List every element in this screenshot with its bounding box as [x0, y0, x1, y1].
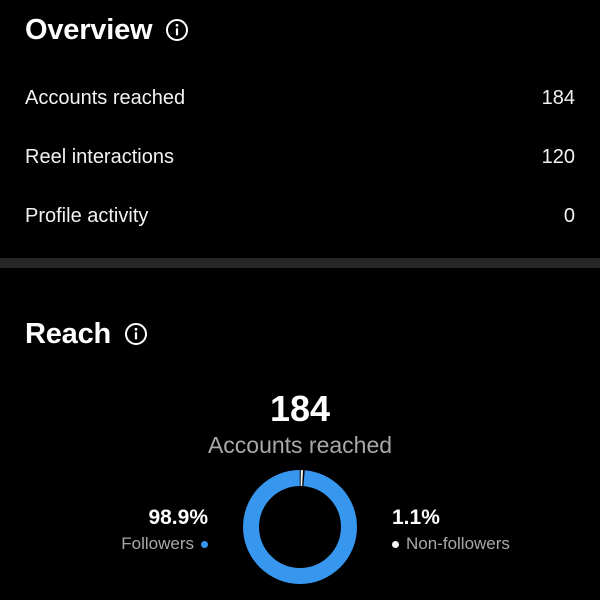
reach-total: 184: [269, 388, 331, 429]
legend-non-followers: 1.1% Non-followers: [392, 505, 510, 555]
metric-label: Profile activity: [25, 204, 149, 227]
metric-label: Reel interactions: [25, 145, 174, 168]
donut-segment-followers: [243, 470, 357, 584]
followers-label: Followers: [121, 534, 194, 553]
metric-row-reel-interactions[interactable]: Reel interactions 120: [25, 142, 575, 172]
overview-heading: Overview: [25, 12, 189, 48]
info-icon[interactable]: [165, 18, 189, 42]
non-followers-dot-icon: [392, 540, 399, 548]
metric-label: Accounts reached: [25, 86, 186, 109]
metric-value: 120: [541, 145, 575, 168]
reach-title: Reach: [25, 317, 112, 350]
non-followers-label-row: Non-followers: [392, 533, 510, 555]
non-followers-label: Non-followers: [406, 534, 510, 553]
metric-row-accounts-reached[interactable]: Accounts reached 184: [25, 83, 575, 113]
metric-value: 184: [541, 86, 575, 109]
followers-percent: 98.9%: [148, 506, 208, 529]
reach-heading: Reach: [25, 316, 148, 352]
metric-value: 0: [563, 204, 575, 227]
info-icon[interactable]: [124, 322, 148, 346]
reach-total-label: Accounts reached: [207, 432, 393, 458]
overview-title: Overview: [25, 13, 153, 46]
overview-section: Overview Accounts reached 184 Reel inter…: [0, 0, 600, 258]
reach-donut-chart: [243, 470, 357, 584]
metric-row-profile-activity[interactable]: Profile activity 0: [25, 201, 575, 231]
followers-dot-icon: [201, 540, 208, 548]
followers-label-row: Followers: [121, 533, 208, 555]
legend-followers: 98.9% Followers: [121, 505, 208, 555]
non-followers-percent: 1.1%: [392, 506, 440, 529]
section-divider: [0, 258, 600, 268]
